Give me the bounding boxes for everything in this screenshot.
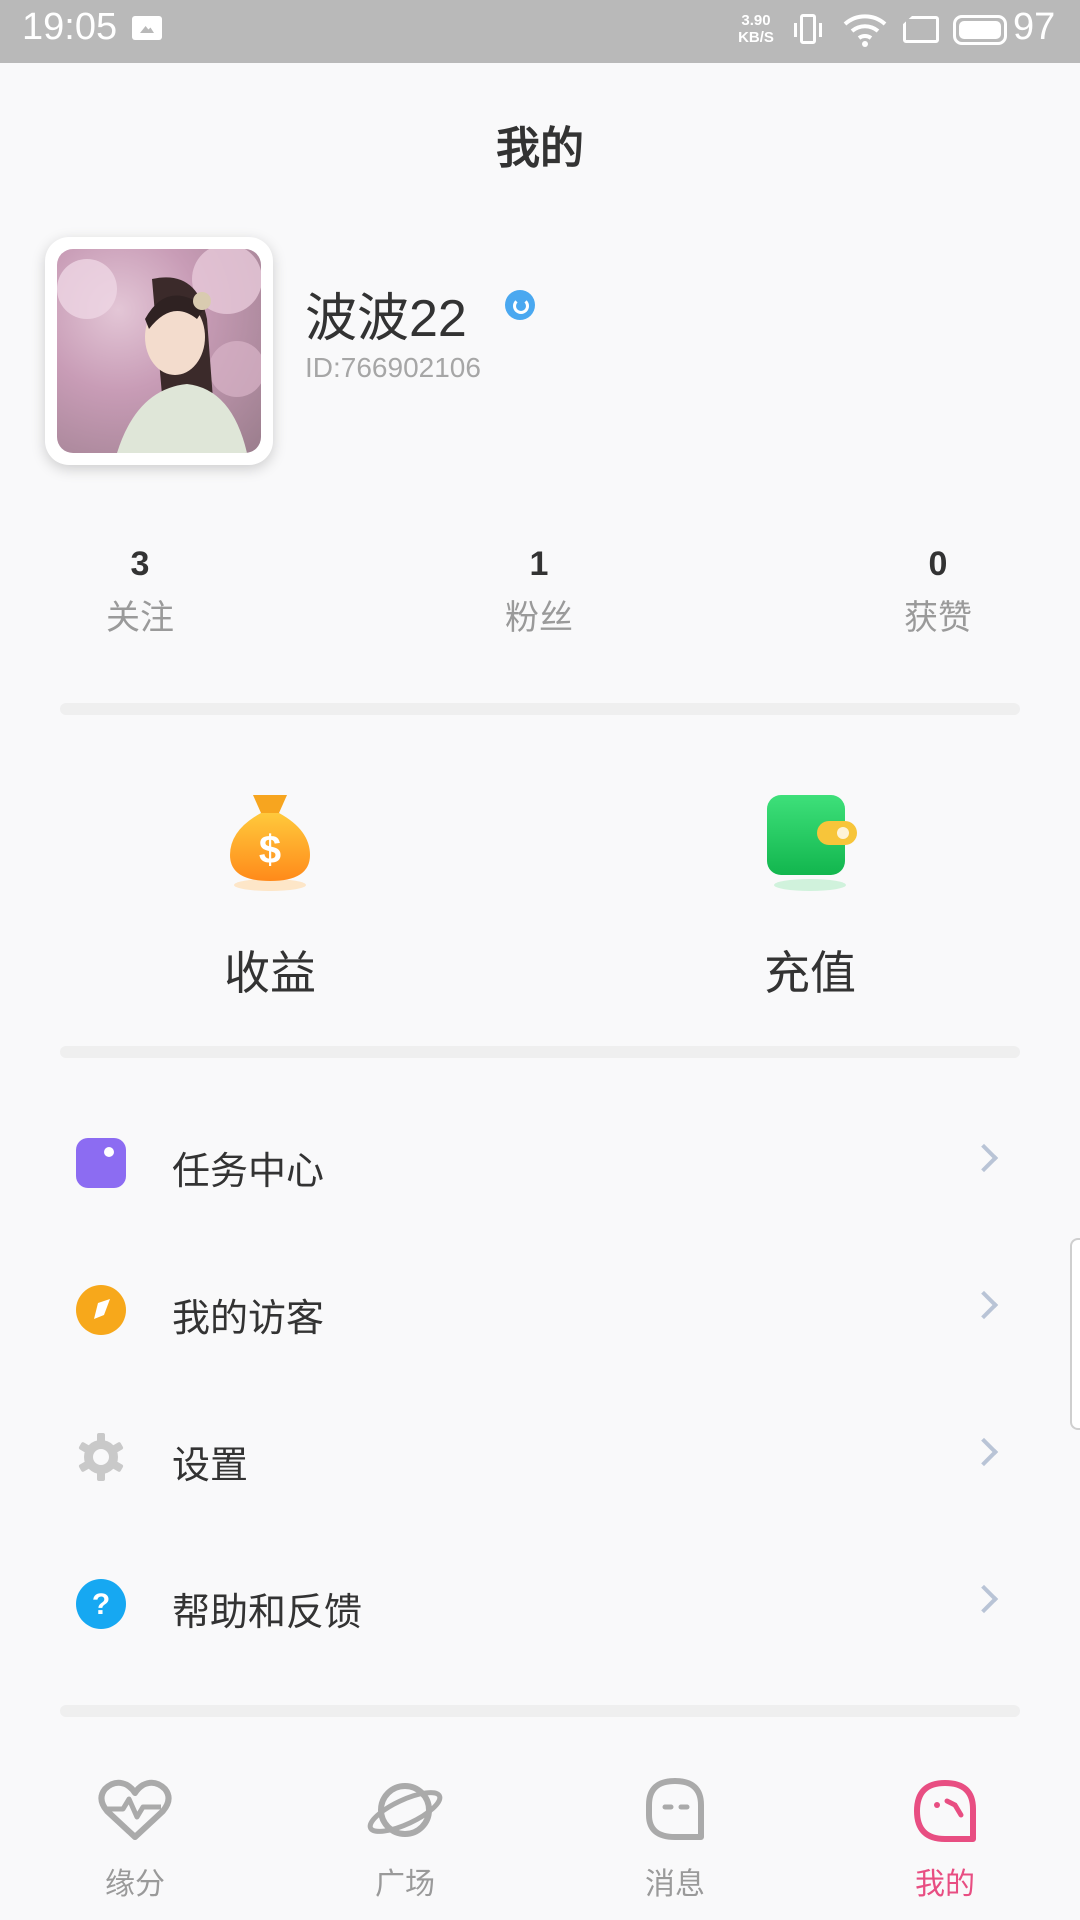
menu-item-label: 任务中心 (172, 1149, 325, 1193)
stat-label: 粉丝 (505, 598, 573, 638)
chevron-right-icon (969, 1143, 999, 1173)
chevron-right-icon (969, 1584, 999, 1614)
verified-badge-icon (505, 290, 535, 320)
stat-value: 0 (928, 545, 948, 583)
divider (60, 1046, 1020, 1058)
nav-label: 缘分 (105, 1867, 165, 1902)
picture-notification-icon (132, 16, 162, 40)
money-bag-icon: $ (230, 795, 310, 891)
recharge-label: 充值 (764, 946, 856, 1000)
menu-item-label: 我的访客 (172, 1296, 325, 1340)
menu-item-label: 设置 (172, 1443, 249, 1487)
username: 波波22 (305, 290, 467, 348)
stat-fans[interactable]: 1 粉丝 (429, 545, 649, 639)
stat-likes[interactable]: 0 获赞 (828, 545, 1048, 639)
stat-label: 获赞 (904, 598, 972, 638)
svg-text:$: $ (259, 828, 281, 872)
battery-icon (953, 15, 1007, 45)
recharge-button[interactable]: 充值 (680, 785, 940, 1003)
divider (60, 703, 1020, 715)
menu-item-label: 帮助和反馈 (172, 1590, 363, 1634)
menu-item-task-center[interactable]: 任务中心 (0, 1090, 1080, 1236)
nav-tab-mine[interactable]: 我的 (855, 1775, 1035, 1903)
planet-icon (367, 1783, 443, 1837)
divider (60, 1705, 1020, 1717)
side-scroll-handle[interactable] (1070, 1238, 1080, 1430)
stat-label: 关注 (106, 598, 174, 638)
nav-label: 消息 (645, 1867, 705, 1902)
menu-item-settings[interactable]: 设置 (0, 1384, 1080, 1530)
message-icon (646, 1778, 704, 1840)
gear-icon (78, 1433, 124, 1481)
avatar-image (57, 249, 261, 453)
svg-text:?: ? (92, 1588, 110, 1621)
earnings-button[interactable]: $ 收益 (140, 785, 400, 1003)
task-center-icon (76, 1138, 126, 1188)
profile-face-icon (914, 1780, 976, 1842)
battery-level: 97 (1013, 6, 1056, 48)
visitor-icon (76, 1285, 126, 1335)
stat-following[interactable]: 3 关注 (30, 545, 250, 639)
help-icon: ? (76, 1579, 126, 1629)
avatar[interactable] (45, 237, 273, 465)
earnings-label: 收益 (224, 946, 316, 1000)
network-speed: 3.90 KB/S (738, 12, 774, 46)
nav-tab-fate[interactable]: 缘分 (45, 1775, 225, 1903)
wifi-icon (843, 14, 887, 47)
nav-label: 我的 (915, 1867, 975, 1902)
vibrate-icon (794, 14, 822, 44)
sim-card-icon (903, 16, 939, 43)
nav-tab-messages[interactable]: 消息 (585, 1775, 765, 1903)
menu-item-help-feedback[interactable]: ? 帮助和反馈 (0, 1531, 1080, 1677)
wallet-icon (767, 795, 857, 891)
heartbeat-icon (98, 1779, 172, 1840)
chevron-right-icon (969, 1290, 999, 1320)
stat-value: 1 (529, 545, 549, 583)
menu-item-visitors[interactable]: 我的访客 (0, 1237, 1080, 1383)
stat-value: 3 (130, 545, 150, 583)
status-time: 19:05 (22, 6, 118, 48)
user-id: ID:766902106 (305, 352, 481, 383)
chevron-right-icon (969, 1437, 999, 1467)
nav-tab-square[interactable]: 广场 (315, 1775, 495, 1903)
status-bar: 19:05 3.90 KB/S 97 (0, 0, 1080, 63)
nav-label: 广场 (375, 1867, 435, 1902)
page-title: 我的 (496, 123, 584, 174)
